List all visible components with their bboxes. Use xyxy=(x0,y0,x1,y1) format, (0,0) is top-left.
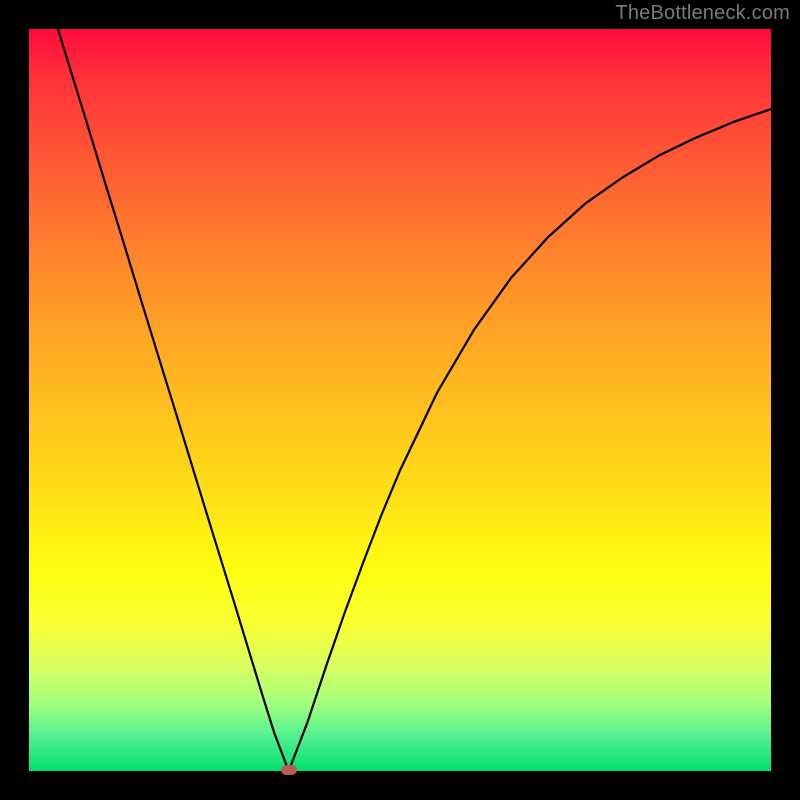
curve-layer xyxy=(0,0,800,800)
watermark-text: TheBottleneck.com xyxy=(615,2,790,25)
minimum-marker xyxy=(281,765,297,775)
chart-frame: TheBottleneck.com xyxy=(0,0,800,800)
bottleneck-curve xyxy=(58,29,771,771)
